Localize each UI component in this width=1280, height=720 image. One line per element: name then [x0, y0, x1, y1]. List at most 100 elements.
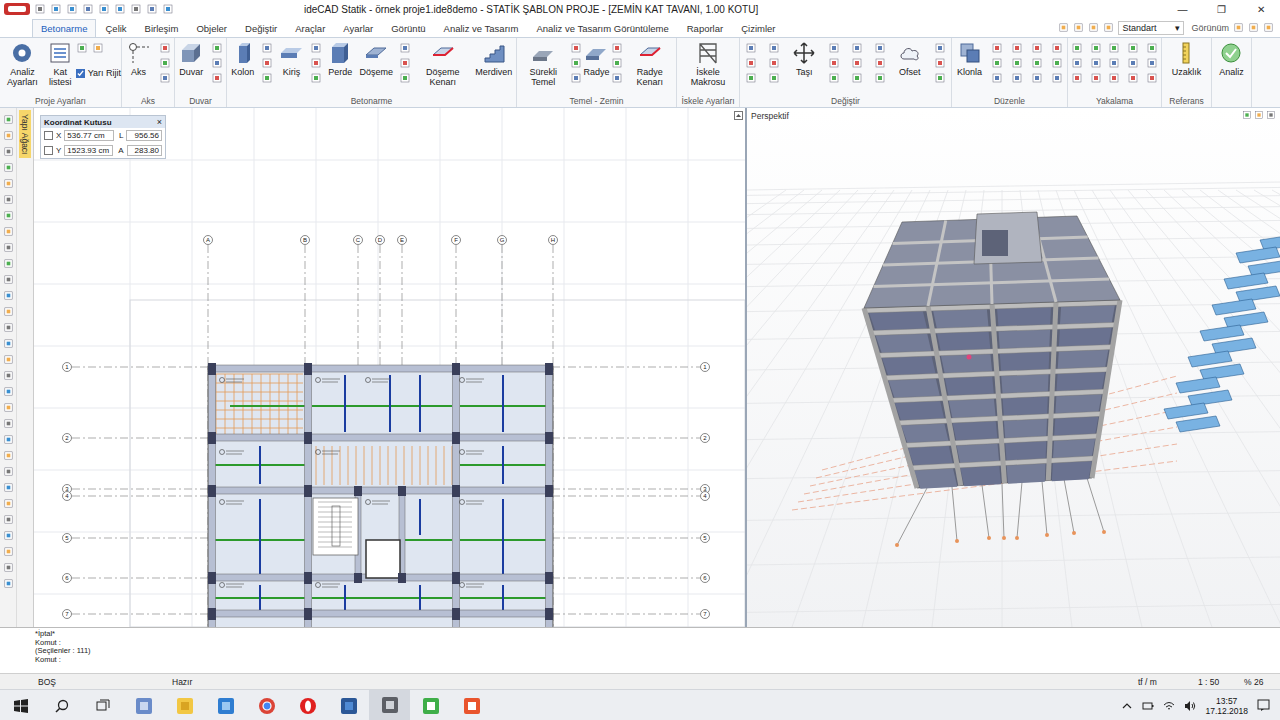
toolbar-icon[interactable] [1088, 22, 1099, 33]
toolbar-icon[interactable] [1233, 22, 1244, 33]
perspective-view[interactable]: Perspektif [745, 108, 1280, 627]
tool-icon[interactable] [934, 72, 946, 84]
tool-icon[interactable] [159, 72, 171, 84]
tool-icon[interactable] [1011, 57, 1023, 69]
tool-icon[interactable] [3, 194, 14, 205]
ribbon-button[interactable]: Klonla [956, 41, 983, 77]
view-control-icon[interactable] [1242, 110, 1252, 120]
view-control-icon[interactable] [1266, 110, 1276, 120]
tool-icon[interactable] [3, 498, 14, 509]
tool-icon[interactable] [399, 57, 411, 69]
tool-icon[interactable] [1071, 42, 1083, 54]
tool-icon[interactable] [828, 57, 840, 69]
ribbon-tab[interactable]: Objeler [187, 19, 236, 37]
ribbon-button[interactable]: Ofset [897, 41, 923, 77]
search-button[interactable] [41, 690, 82, 720]
ribbon-button[interactable]: Aks [126, 41, 152, 77]
tool-icon[interactable] [991, 72, 1003, 84]
taskbar-app[interactable] [410, 690, 451, 720]
tool-icon[interactable] [874, 57, 886, 69]
toolbar-icon[interactable] [1103, 22, 1114, 33]
tool-icon[interactable] [261, 57, 273, 69]
tool-icon[interactable] [851, 42, 863, 54]
tool-icon[interactable] [570, 72, 582, 84]
ribbon-tab[interactable]: Betonarme [32, 19, 96, 37]
tool-icon[interactable] [1051, 42, 1063, 54]
tool-icon[interactable] [76, 42, 88, 54]
tool-icon[interactable] [1071, 72, 1083, 84]
tool-icon[interactable] [934, 42, 946, 54]
ribbon-button[interactable]: Taşı [791, 41, 817, 77]
tool-icon[interactable] [1108, 72, 1120, 84]
tool-icon[interactable] [3, 242, 14, 253]
ribbon-button[interactable]: Döşeme Kenarı [417, 41, 469, 87]
taskbar-app[interactable] [123, 690, 164, 720]
tool-icon[interactable] [92, 42, 104, 54]
undo-icon[interactable] [98, 3, 110, 15]
coordinate-field[interactable]: 1523.93 cm [64, 145, 113, 156]
tool-icon[interactable] [399, 72, 411, 84]
ribbon-button[interactable]: Kiriş [278, 41, 304, 77]
taskbar-app[interactable] [451, 690, 492, 720]
battery-icon[interactable] [1142, 700, 1154, 712]
toolbar-icon[interactable] [1058, 22, 1069, 33]
taskbar-app[interactable] [287, 690, 328, 720]
taskbar-app[interactable] [164, 690, 205, 720]
taskbar-app[interactable] [369, 690, 410, 720]
tool-icon[interactable] [1051, 57, 1063, 69]
tool-icon[interactable] [3, 450, 14, 461]
tool-icon[interactable] [3, 370, 14, 381]
ribbon-button[interactable]: İskele Makrosu [682, 41, 734, 87]
tool-icon[interactable] [159, 57, 171, 69]
start-button[interactable] [0, 690, 41, 720]
lock-checkbox[interactable] [44, 146, 53, 155]
save-icon[interactable] [66, 3, 78, 15]
tool-icon[interactable] [570, 57, 582, 69]
volume-icon[interactable] [1184, 700, 1196, 712]
tool-icon[interactable] [768, 57, 780, 69]
tool-icon[interactable] [3, 530, 14, 541]
up-icon[interactable] [1121, 700, 1133, 712]
tool-icon[interactable] [3, 546, 14, 557]
tool-icon[interactable] [3, 466, 14, 477]
tool-icon[interactable] [1031, 72, 1043, 84]
ribbon-button[interactable]: Kat listesi [45, 41, 76, 87]
ribbon-button[interactable]: Döşeme [359, 41, 395, 77]
cut-icon[interactable] [130, 3, 142, 15]
view-control-icon[interactable] [1254, 110, 1264, 120]
tool-icon[interactable] [399, 42, 411, 54]
tool-icon[interactable] [3, 402, 14, 413]
tool-icon[interactable] [310, 57, 322, 69]
taskbar-app[interactable] [205, 690, 246, 720]
coordinate-field[interactable]: 536.77 cm [64, 130, 114, 141]
tool-icon[interactable] [3, 386, 14, 397]
tool-icon[interactable] [3, 274, 14, 285]
network-icon[interactable] [1163, 700, 1175, 712]
print-icon[interactable] [82, 3, 94, 15]
tool-icon[interactable] [1090, 57, 1102, 69]
taskbar-app[interactable] [246, 690, 287, 720]
help-icon[interactable] [162, 3, 174, 15]
tool-icon[interactable] [211, 42, 223, 54]
ribbon-tab[interactable]: Değiştir [236, 19, 286, 37]
tool-icon[interactable] [3, 290, 14, 301]
tool-icon[interactable] [3, 354, 14, 365]
tool-icon[interactable] [1031, 57, 1043, 69]
task-view-button[interactable] [82, 690, 123, 720]
tool-icon[interactable] [1127, 72, 1139, 84]
ribbon-tab[interactable]: Çizimler [732, 19, 784, 37]
close-button[interactable]: × [157, 117, 162, 127]
open-icon[interactable] [50, 3, 62, 15]
tool-icon[interactable] [1108, 57, 1120, 69]
semi-rigid-checkbox[interactable]: Yarı Rijit [76, 68, 121, 78]
tool-icon[interactable] [1051, 72, 1063, 84]
view-menu[interactable]: Görünüm [1191, 23, 1229, 33]
tool-icon[interactable] [768, 72, 780, 84]
style-dropdown[interactable]: Standart▾ [1118, 21, 1184, 35]
ribbon-button[interactable]: Kolon [230, 41, 256, 77]
tool-icon[interactable] [828, 72, 840, 84]
tool-icon[interactable] [1090, 42, 1102, 54]
tool-icon[interactable] [3, 514, 14, 525]
tool-icon[interactable] [3, 226, 14, 237]
ribbon-button[interactable]: Radye [582, 41, 610, 77]
